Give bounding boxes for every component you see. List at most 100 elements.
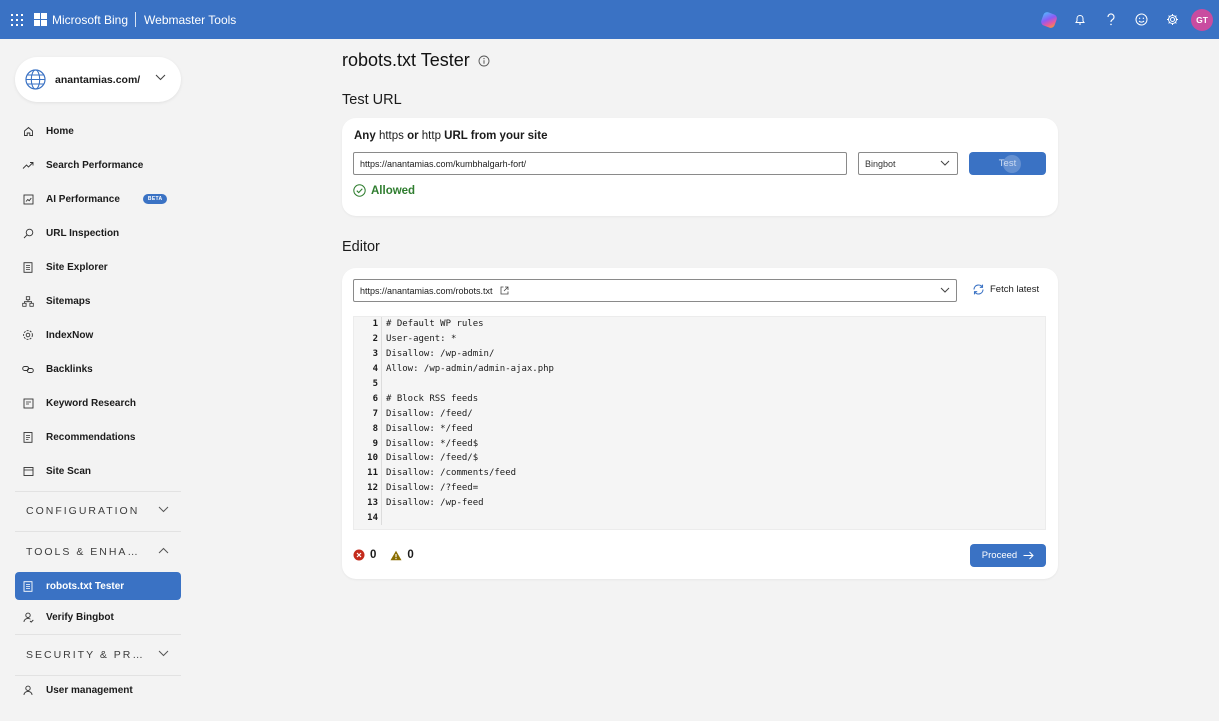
sidebar-item-label: AI Performance [46, 193, 120, 205]
fetch-latest-button[interactable]: Fetch latest [972, 283, 1039, 296]
line-text[interactable]: Disallow: /wp-feed [382, 498, 484, 508]
arrow-right-icon [1023, 551, 1034, 560]
help-button[interactable] [1095, 0, 1126, 39]
code-line: 4 Allow: /wp-admin/admin-ajax.php [354, 361, 1045, 377]
avatar[interactable]: GT [1191, 8, 1213, 31]
code-line: 13 Disallow: /wp-feed [354, 495, 1045, 511]
sidebar-item-label: Home [46, 125, 74, 137]
code-line: 1 # Default WP rules [354, 317, 1045, 332]
validation-counts: 0 0 [353, 549, 428, 561]
globe-icon [25, 69, 46, 90]
line-text[interactable]: User-agent: * [382, 334, 456, 344]
user-agent-select[interactable]: Bingbot [858, 152, 958, 175]
line-text[interactable]: # Default WP rules [382, 319, 484, 329]
robots-code-editor[interactable]: 1 # Default WP rules 2 User-agent: * 3 Disa… [353, 316, 1046, 530]
sidebar-item-site-explorer[interactable]: Site Explorer [15, 253, 181, 281]
code-line: 8 Disallow: */feed [354, 421, 1045, 437]
gear-icon [22, 329, 34, 341]
line-text[interactable]: # Block RSS feeds [382, 394, 478, 404]
sidebar-item-label: Recommendations [46, 431, 136, 443]
line-text[interactable]: Disallow: /wp-admin/ [382, 349, 494, 359]
warning-count-value: 0 [407, 549, 414, 561]
link-icon [22, 363, 34, 375]
line-text[interactable]: Disallow: /comments/feed [382, 468, 516, 478]
external-link-icon[interactable] [500, 286, 509, 295]
feedback-button[interactable] [1126, 0, 1157, 39]
user-icon [22, 684, 34, 696]
sidebar-item-label: Search Performance [46, 159, 144, 171]
line-text[interactable]: Disallow: */feed [382, 424, 473, 434]
line-number: 4 [354, 361, 382, 377]
robots-url-select[interactable]: https://anantamias.com/robots.txt [353, 279, 957, 302]
code-line: 7 Disallow: /feed/ [354, 406, 1045, 422]
warning-icon [390, 550, 402, 560]
cursor-highlight [1003, 155, 1021, 173]
code-line: 6 # Block RSS feeds [354, 391, 1045, 407]
sitemap-icon [22, 295, 34, 307]
settings-button[interactable] [1157, 0, 1188, 39]
sidebar-item-recommendations[interactable]: Recommendations [15, 423, 181, 451]
chevron-down-icon [158, 650, 169, 657]
editor-card: https://anantamias.com/robots.txt Fetch … [342, 268, 1058, 579]
section-security-privacy[interactable]: SECURITY & PRIVACY [15, 640, 181, 670]
copilot-button[interactable] [1033, 0, 1064, 39]
sidebar-item-sitemaps[interactable]: Sitemaps [15, 287, 181, 315]
top-bar-actions: GT [1033, 0, 1213, 39]
product-name[interactable]: Webmaster Tools [144, 13, 236, 27]
proceed-button[interactable]: Proceed [970, 544, 1046, 567]
error-icon [353, 549, 365, 561]
sidebar-item-label: Site Explorer [46, 261, 108, 273]
trend-icon [22, 159, 34, 171]
line-text[interactable]: Allow: /wp-admin/admin-ajax.php [382, 364, 554, 374]
sidebar-item-indexnow[interactable]: IndexNow [15, 321, 181, 349]
home-icon [22, 125, 34, 137]
test-url-input[interactable]: https://anantamias.com/kumbhalgarh-fort/ [353, 152, 847, 175]
page-title: robots.txt Tester [342, 50, 490, 71]
line-number: 11 [354, 465, 382, 481]
line-text[interactable]: Disallow: /?feed= [382, 483, 478, 493]
sidebar-item-user-management[interactable]: User management [15, 676, 181, 704]
sidebar-item-label: IndexNow [46, 329, 94, 341]
sidebar-item-ai-performance[interactable]: AI Performance BETA [15, 185, 181, 213]
sidebar-item-label: robots.txt Tester [46, 580, 125, 592]
beta-badge: BETA [142, 194, 168, 204]
sidebar: anantamias.com/ Home Search Performance … [0, 39, 196, 721]
site-selector[interactable]: anantamias.com/ [15, 57, 181, 102]
sidebar-item-keyword-research[interactable]: Keyword Research [15, 389, 181, 417]
brand-name[interactable]: Microsoft Bing [52, 13, 128, 27]
notifications-button[interactable] [1064, 0, 1095, 39]
code-line: 11 Disallow: /comments/feed [354, 465, 1045, 481]
user-agent-value: Bingbot [865, 158, 896, 169]
sidebar-item-robots-txt-tester[interactable]: robots.txt Tester [15, 572, 181, 600]
line-number: 7 [354, 406, 382, 422]
code-line: 14 [354, 510, 1045, 526]
sidebar-item-verify-bingbot[interactable]: Verify Bingbot [15, 603, 181, 631]
clipboard-icon [22, 431, 34, 443]
line-text[interactable]: Disallow: */feed$ [382, 439, 478, 449]
sidebar-item-site-scan[interactable]: Site Scan [15, 457, 181, 485]
line-number: 13 [354, 495, 382, 511]
sidebar-item-url-inspection[interactable]: URL Inspection [15, 219, 181, 247]
line-text[interactable]: Disallow: /feed/ [382, 409, 473, 419]
test-result-status: Allowed [353, 184, 415, 197]
scan-icon [22, 465, 34, 477]
keyword-icon [22, 397, 34, 409]
chevron-down-icon [940, 287, 950, 293]
code-line: 10 Disallow: /feed/$ [354, 451, 1045, 466]
sidebar-item-backlinks[interactable]: Backlinks [15, 355, 181, 383]
sidebar-divider [15, 531, 181, 532]
app-launcher-icon[interactable] [11, 13, 23, 26]
line-text[interactable]: Disallow: /feed/$ [382, 453, 478, 463]
sidebar-item-home[interactable]: Home [15, 117, 181, 145]
info-icon[interactable] [478, 55, 490, 67]
section-configuration[interactable]: CONFIGURATION [15, 496, 181, 526]
document-icon [22, 261, 34, 273]
sidebar-item-label: Verify Bingbot [46, 611, 114, 623]
robots-url-value: https://anantamias.com/robots.txt [360, 285, 493, 296]
sidebar-item-search-performance[interactable]: Search Performance [15, 151, 181, 179]
user-check-icon [22, 611, 34, 623]
line-number: 2 [354, 331, 382, 347]
test-button[interactable]: Test [969, 152, 1046, 175]
chevron-down-icon [158, 506, 169, 513]
section-tools-enhancements[interactable]: TOOLS & ENHANCEMENTS [15, 537, 181, 567]
